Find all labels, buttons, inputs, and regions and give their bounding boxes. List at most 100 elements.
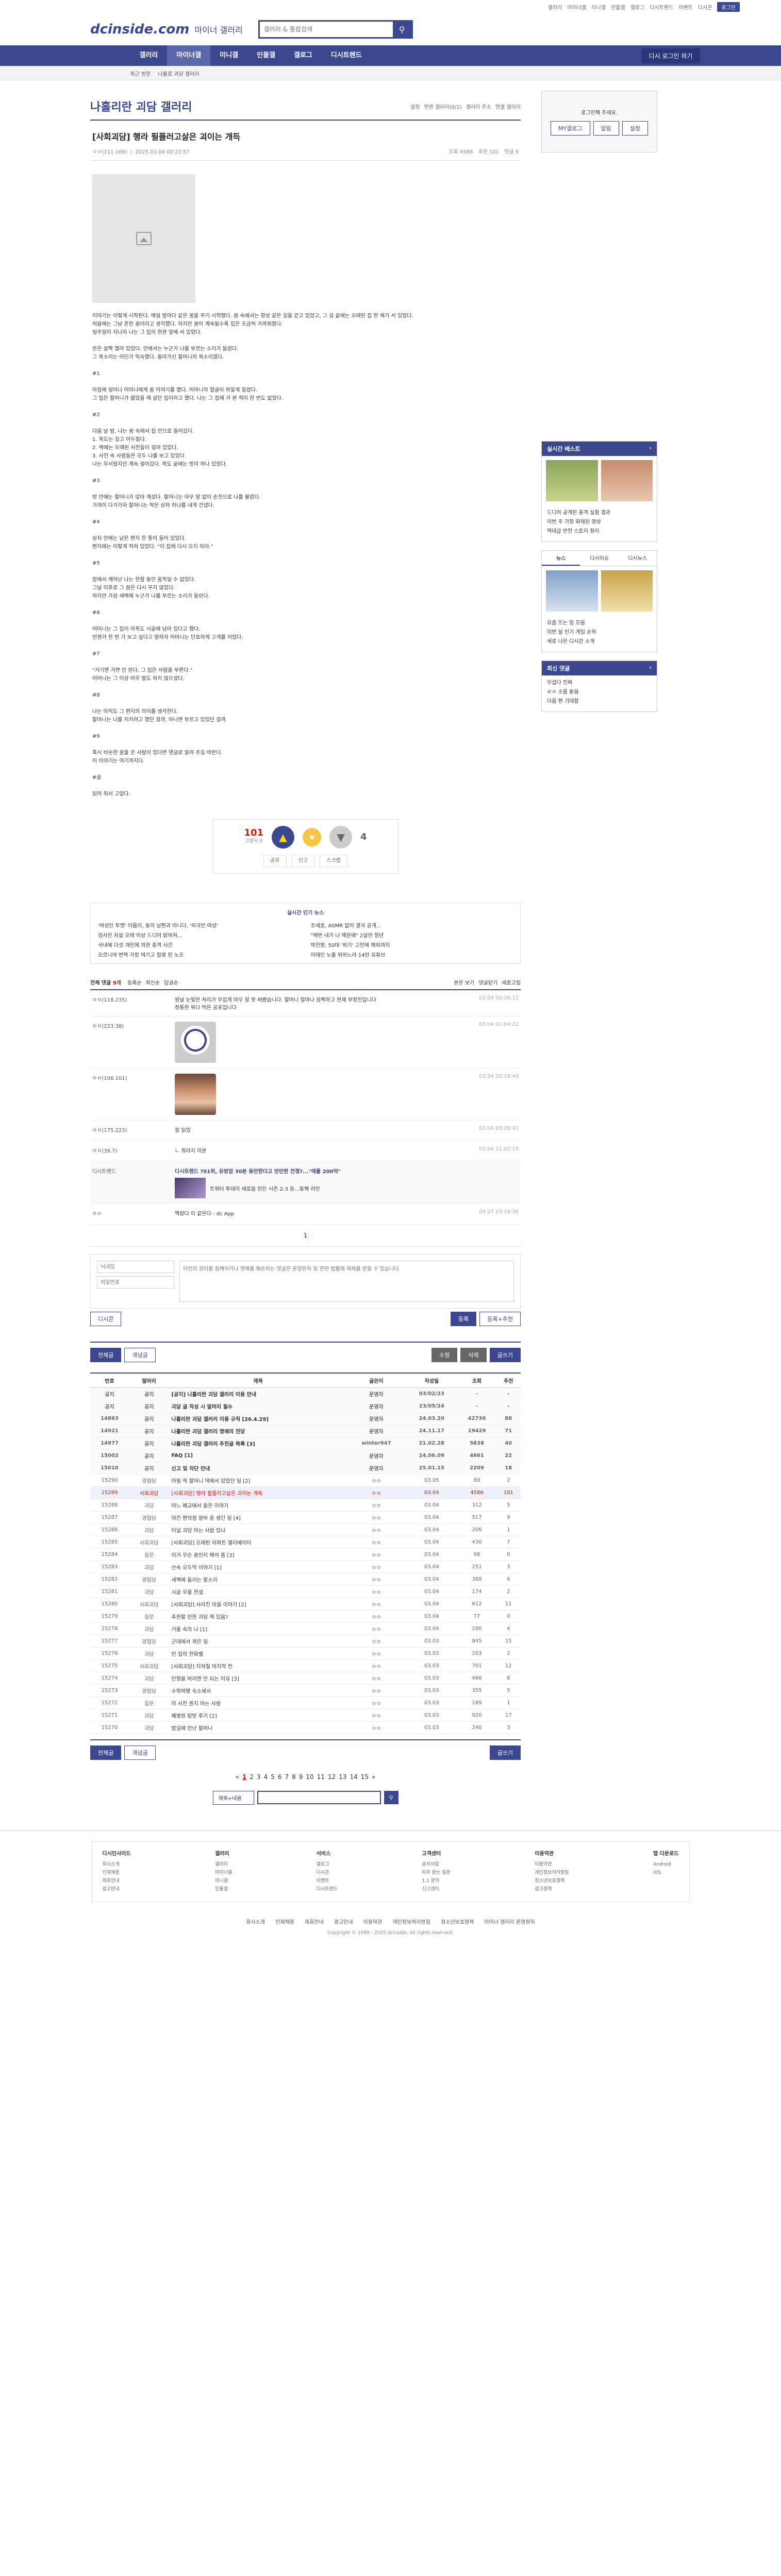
comment-nick[interactable]: ㅇㅇ(106.101) — [92, 1074, 175, 1115]
image-placeholder[interactable] — [92, 174, 195, 303]
side-news-thumb[interactable] — [601, 460, 653, 501]
comment-submit-reco-button[interactable]: 등록+추천 — [479, 1312, 521, 1326]
util-link[interactable]: 인물갤 — [611, 3, 625, 11]
comment-nick[interactable]: ㅇㅇ(175.223) — [92, 1126, 175, 1136]
table-row[interactable]: 15274 괴담 인형을 버리면 안 되는 이유 [3] ㅇㅇ 03.03 466 8 — [90, 1672, 521, 1685]
post-title-link[interactable]: 폐병원 탐방 후기 [2] — [169, 1709, 347, 1722]
table-row[interactable]: 15286 괴담 터널 괴담 아는 사람 있냐 ㅇㅇ 03.04 206 1 — [90, 1523, 521, 1536]
post-title-link[interactable]: 거울 속의 나 [1] — [169, 1622, 347, 1635]
subbar-recent[interactable]: 최근 방문 — [130, 70, 151, 77]
post-title-link[interactable]: 나홀리란 괴담 갤러리 이용 규칙 [26.4.29] — [169, 1412, 347, 1425]
table-row[interactable]: 15281 괴담 시골 우물 전설 ㅇㅇ 03.04 174 2 — [90, 1585, 521, 1598]
table-row[interactable]: 15282 경험담 새벽에 들리는 발소리 ㅇㅇ 03.04 388 6 — [90, 1573, 521, 1586]
table-cell[interactable]: ㅇㅇ — [346, 1474, 406, 1487]
util-link[interactable]: 미니갤 — [591, 3, 606, 11]
table-row[interactable]: 14921 공지 나홀리란 괴담 갤러리 명예의 전당 운영자 24.11.17 1942… — [90, 1425, 521, 1437]
side-list-item[interactable]: 다음 편 기대함 — [547, 697, 652, 706]
write-button-bottom[interactable]: 글쓰기 — [489, 1745, 521, 1760]
footer-link[interactable]: 회사소개 — [103, 1860, 131, 1869]
gnb-item[interactable]: 디시트렌드 — [322, 45, 371, 66]
post-writer[interactable]: ㅇㅇ(211.169) — [92, 149, 127, 155]
post-title-link[interactable]: [사회괴담] 지하철 마지막 칸 — [169, 1659, 347, 1672]
login-prompt[interactable]: 로그인해 주세요. — [581, 108, 618, 116]
search-type-select[interactable]: 제목+내용 — [212, 1791, 254, 1805]
footer-link[interactable]: 갤로그 — [317, 1860, 338, 1869]
post-title-link[interactable]: 야간 편의점 알바 중 생긴 일 [4] — [169, 1511, 347, 1524]
page-number[interactable]: 12 — [328, 1773, 336, 1781]
page-number[interactable]: 11 — [317, 1773, 325, 1781]
page-number[interactable]: 2 — [250, 1773, 254, 1781]
footer-link[interactable]: iOS — [653, 1869, 678, 1877]
footer-link[interactable]: 청소년보호정책 — [535, 1877, 569, 1885]
post-title-link[interactable]: 새벽에 들리는 발소리 — [169, 1573, 347, 1586]
next-page-icon[interactable]: » — [372, 1773, 375, 1781]
post-title-link[interactable]: 터널 괴담 아는 사람 있냐 — [169, 1523, 347, 1536]
post-comment-count[interactable]: 댓글 9 — [504, 147, 519, 155]
footer-link[interactable]: 광고안내 — [103, 1885, 131, 1893]
side-list-item[interactable]: 이번 주 가장 화제된 영상 — [547, 518, 652, 527]
post-title-link[interactable]: 빈 집의 전화벨 — [169, 1647, 347, 1660]
post-title-link[interactable]: 어느 폐교에서 들은 이야기 — [169, 1499, 347, 1512]
page-number[interactable]: 3 — [257, 1773, 261, 1781]
post-title-link[interactable]: 나홀리란 괴담 갤러리 명예의 전당 — [169, 1425, 347, 1437]
hot-news-item[interactable]: 조세호, ASMR 없이 결국 공개... — [311, 921, 513, 929]
hot-news-item[interactable]: 국내에 다섯 개인에 의한 충격 사건 — [98, 941, 301, 948]
util-link[interactable]: 갤로그 — [630, 3, 645, 11]
comment-tool[interactable]: 댓글닫기 — [478, 978, 497, 986]
comment-nick[interactable]: ㅇㅇ(223.38) — [92, 1022, 175, 1063]
table-row[interactable]: 15284 질문 이거 무슨 꿈인지 해석 좀 [3] ㅇㅇ 03.04 98 0 — [90, 1548, 521, 1561]
post-tool-button[interactable]: 신고 — [291, 855, 315, 867]
table-row[interactable]: 공지 공지 괴담 글 작성 시 말머리 필수 운영자 23/05/24- - — [90, 1400, 521, 1413]
footer-link[interactable]: 1:1 문의 — [422, 1877, 451, 1885]
page-number[interactable]: 8 — [292, 1773, 296, 1781]
all-posts-button[interactable]: 전체글 — [90, 1348, 122, 1362]
table-row[interactable]: 15287 경험담 야간 편의점 알바 중 생긴 일 [4] ㅇㅇ 03.04 517 9 — [90, 1511, 521, 1524]
table-row[interactable]: 15273 경험담 수학여행 숙소에서 ㅇㅇ 03.03 355 5 — [90, 1684, 521, 1697]
table-row[interactable]: 15010 공지 신고 및 차단 안내 운영자 25.01.15 2209 18 — [90, 1462, 521, 1475]
star-icon[interactable]: ★ — [303, 828, 322, 846]
footer-bottom-link[interactable]: 마이너 갤러리 운영원칙 — [484, 1918, 535, 1925]
footer-bottom-link[interactable]: 인재채용 — [275, 1918, 294, 1925]
gall-tool[interactable]: 갤러리 주소 — [466, 103, 491, 110]
table-cell[interactable]: ㅇㅇ — [346, 1684, 406, 1697]
post-title-link[interactable]: 산속 오두막 이야기 [1] — [169, 1561, 347, 1573]
gall-tool[interactable]: 설정 — [410, 103, 420, 110]
util-link[interactable]: 갤러리 — [548, 3, 562, 11]
post-tool-button[interactable]: 스크랩 — [320, 855, 347, 867]
gall-title[interactable]: 나홀리란 괴담 갤러리 — [90, 98, 192, 114]
table-row[interactable]: 15002 공지 FAQ [1] 운영자 24.06.09 4661 22 — [90, 1449, 521, 1462]
table-cell[interactable]: 운영자 — [346, 1425, 406, 1437]
side-news-thumb[interactable] — [546, 460, 598, 501]
table-cell[interactable]: 운영자 — [346, 1449, 406, 1462]
footer-link[interactable]: 갤러리 — [215, 1860, 232, 1869]
footer-link[interactable]: 마이너갤 — [215, 1869, 232, 1877]
table-cell[interactable]: ㅇㅇ — [346, 1721, 406, 1734]
table-cell[interactable]: ㅇㅇ — [346, 1573, 406, 1586]
footer-link[interactable]: 디시콘 — [317, 1869, 338, 1877]
dccon-button[interactable]: 디시콘 — [90, 1312, 122, 1326]
footer-bottom-link[interactable]: 청소년보호정책 — [441, 1918, 474, 1925]
footer-link[interactable]: 자주 묻는 질문 — [422, 1869, 451, 1877]
dccon-image[interactable] — [175, 1022, 216, 1063]
table-row[interactable]: 14977 공지 나홀리란 괴담 갤러리 추천글 목록 [3] winter947 21… — [90, 1437, 521, 1450]
table-cell[interactable]: ㅇㅇ — [346, 1647, 406, 1660]
footer-link[interactable]: 공지사항 — [422, 1860, 451, 1869]
footer-link[interactable]: 인재채용 — [103, 1869, 131, 1877]
comment-nick[interactable]: ㅇㅇ(39.7) — [92, 1146, 175, 1156]
comment-nick[interactable]: ㅇㅇ(118.235) — [92, 995, 175, 1011]
gall-tool[interactable]: 연결 갤러리 — [495, 103, 521, 110]
table-cell[interactable]: ㅇㅇ — [346, 1486, 406, 1499]
post-title-link[interactable]: 이 사진 뭔지 아는 사람 — [169, 1697, 347, 1709]
table-cell[interactable]: winter947 — [346, 1437, 406, 1450]
footer-bottom-link[interactable]: 회사소개 — [246, 1918, 265, 1925]
util-link[interactable]: 디시트렌드 — [650, 3, 673, 11]
side-trend-thumb[interactable] — [546, 570, 598, 612]
table-cell[interactable]: ㅇㅇ — [346, 1548, 406, 1561]
post-title-link[interactable]: 신고 및 차단 안내 — [169, 1462, 347, 1475]
footer-link[interactable]: 제휴안내 — [103, 1877, 131, 1885]
table-row[interactable]: 15270 괴담 밤길에 만난 할머니 ㅇㅇ 03.03 240 3 — [90, 1721, 521, 1734]
hot-news-item[interactable]: '여성인 투명' 이름이, 동의 남편과 아니다, '외국인 여성' — [98, 921, 301, 929]
util-link[interactable]: 이벤트 — [678, 3, 693, 11]
concept-posts-button[interactable]: 개념글 — [124, 1348, 156, 1362]
table-cell[interactable]: 운영자 — [346, 1412, 406, 1425]
